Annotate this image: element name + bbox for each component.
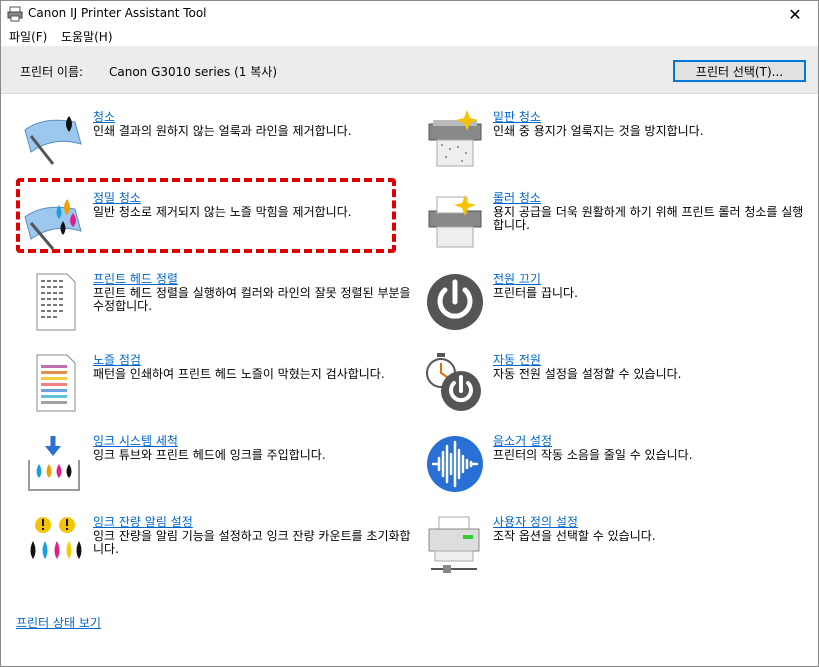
roller-cleaning-icon[interactable] <box>423 189 487 253</box>
auto-power-desc: 자동 전원 설정을 설정할 수 있습니다. <box>493 367 682 381</box>
ink-warning-icon[interactable] <box>23 513 87 577</box>
ink-notify-desc: 잉크 잔량을 알림 기능을 설정하고 잉크 잔량 카운트를 초기화합니다. <box>93 529 411 556</box>
ink-notify-item: 잉크 잔량 알림 설정 잉크 잔량을 알림 기능을 설정하고 잉크 잔량 카운트… <box>23 513 413 583</box>
custom-settings-printer-icon[interactable] <box>423 513 487 577</box>
bottom-plate-item: 밑판 청소 인쇄 중 용지가 얼룩지는 것을 방지합니다. <box>423 108 813 178</box>
custom-desc: 조작 옵션을 선택할 수 있습니다. <box>493 529 656 543</box>
auto-power-link[interactable]: 자동 전원 <box>493 351 541 368</box>
auto-power-timer-icon[interactable] <box>423 351 487 415</box>
head-alignment-item: 프린트 헤드 정렬 프린트 헤드 정렬을 실행하여 컬러와 라인의 잘못 정렬된… <box>23 270 413 340</box>
bottom-plate-link[interactable]: 밑판 청소 <box>493 108 541 125</box>
ink-flush-item: 잉크 시스템 세척 잉크 튜브와 프린트 헤드에 잉크를 주입합니다. <box>23 432 413 502</box>
cleaning-icon[interactable] <box>23 108 87 172</box>
quiet-item: 음소거 설정 프린터의 작동 소음을 줄일 수 있습니다. <box>423 432 813 502</box>
auto-power-item: 자동 전원 자동 전원 설정을 설정할 수 있습니다. <box>423 351 813 421</box>
printer-bar: 프린터 이름: Canon G3010 series (1 복사) 프린터 선택… <box>1 46 818 94</box>
power-off-item: 전원 끄기 프린터를 끕니다. <box>423 270 813 340</box>
roller-cleaning-link[interactable]: 롤러 청소 <box>493 189 541 206</box>
bottom-plate-desc: 인쇄 중 용지가 얼룩지는 것을 방지합니다. <box>493 124 704 138</box>
deep-cleaning-highlight <box>16 178 396 253</box>
printer-app-icon <box>7 6 23 22</box>
ink-flush-icon[interactable] <box>23 432 87 496</box>
nozzle-check-item: 노즐 점검 패턴을 인쇄하여 프린트 헤드 노즐이 막혔는지 검사합니다. <box>23 351 413 421</box>
printer-status-link[interactable]: 프린터 상태 보기 <box>16 614 101 631</box>
ink-flush-desc: 잉크 튜브와 프린트 헤드에 잉크를 주입합니다. <box>93 448 326 462</box>
roller-cleaning-desc: 용지 공급을 더욱 원활하게 하기 위해 프린트 롤러 청소를 실행합니다. <box>493 205 804 232</box>
menu-bar: 파일(F) 도움말(H) <box>1 27 818 46</box>
custom-item: 사용자 정의 설정 조작 옵션을 선택할 수 있습니다. <box>423 513 813 583</box>
app-window: Canon IJ Printer Assistant Tool ✕ 파일(F) … <box>0 0 819 667</box>
ink-notify-link[interactable]: 잉크 잔량 알림 설정 <box>93 513 193 530</box>
printer-name-value: Canon G3010 series (1 복사) <box>109 65 277 79</box>
head-alignment-desc: 프린트 헤드 정렬을 실행하여 컬러와 라인의 잘못 정렬된 부분을 수정합니다… <box>93 286 411 313</box>
quiet-desc: 프린터의 작동 소음을 줄일 수 있습니다. <box>493 448 693 462</box>
close-button[interactable]: ✕ <box>772 1 818 27</box>
menu-help[interactable]: 도움말(H) <box>61 28 113 45</box>
close-icon: ✕ <box>788 4 802 24</box>
cleaning-link[interactable]: 청소 <box>93 108 115 125</box>
power-off-link[interactable]: 전원 끄기 <box>493 270 541 287</box>
nozzle-check-sheet-icon[interactable] <box>23 351 87 415</box>
power-off-desc: 프린터를 끕니다. <box>493 286 578 300</box>
nozzle-check-desc: 패턴을 인쇄하여 프린트 헤드 노즐이 막혔는지 검사합니다. <box>93 367 385 381</box>
power-icon[interactable] <box>423 270 487 334</box>
cleaning-desc: 인쇄 결과의 원하지 않는 얼룩과 라인을 제거합니다. <box>93 124 352 138</box>
quiet-mode-icon[interactable] <box>423 432 487 496</box>
printer-name-label: 프린터 이름: <box>20 65 84 79</box>
head-alignment-link[interactable]: 프린트 헤드 정렬 <box>93 270 178 287</box>
alignment-sheet-icon[interactable] <box>23 270 87 334</box>
custom-link[interactable]: 사용자 정의 설정 <box>493 513 578 530</box>
nozzle-check-link[interactable]: 노즐 점검 <box>93 351 141 368</box>
title-bar: Canon IJ Printer Assistant Tool ✕ <box>1 1 818 27</box>
window-title: Canon IJ Printer Assistant Tool <box>28 6 207 20</box>
menu-file[interactable]: 파일(F) <box>9 28 47 45</box>
cleaning-item: 청소 인쇄 결과의 원하지 않는 얼룩과 라인을 제거합니다. <box>23 108 413 178</box>
roller-cleaning-item: 롤러 청소 용지 공급을 더욱 원활하게 하기 위해 프린트 롤러 청소를 실행… <box>423 189 813 259</box>
quiet-link[interactable]: 음소거 설정 <box>493 432 552 449</box>
select-printer-button[interactable]: 프린터 선택(T)... <box>673 60 806 82</box>
bottom-plate-cleaning-icon[interactable] <box>423 108 487 172</box>
ink-flush-link[interactable]: 잉크 시스템 세척 <box>93 432 178 449</box>
